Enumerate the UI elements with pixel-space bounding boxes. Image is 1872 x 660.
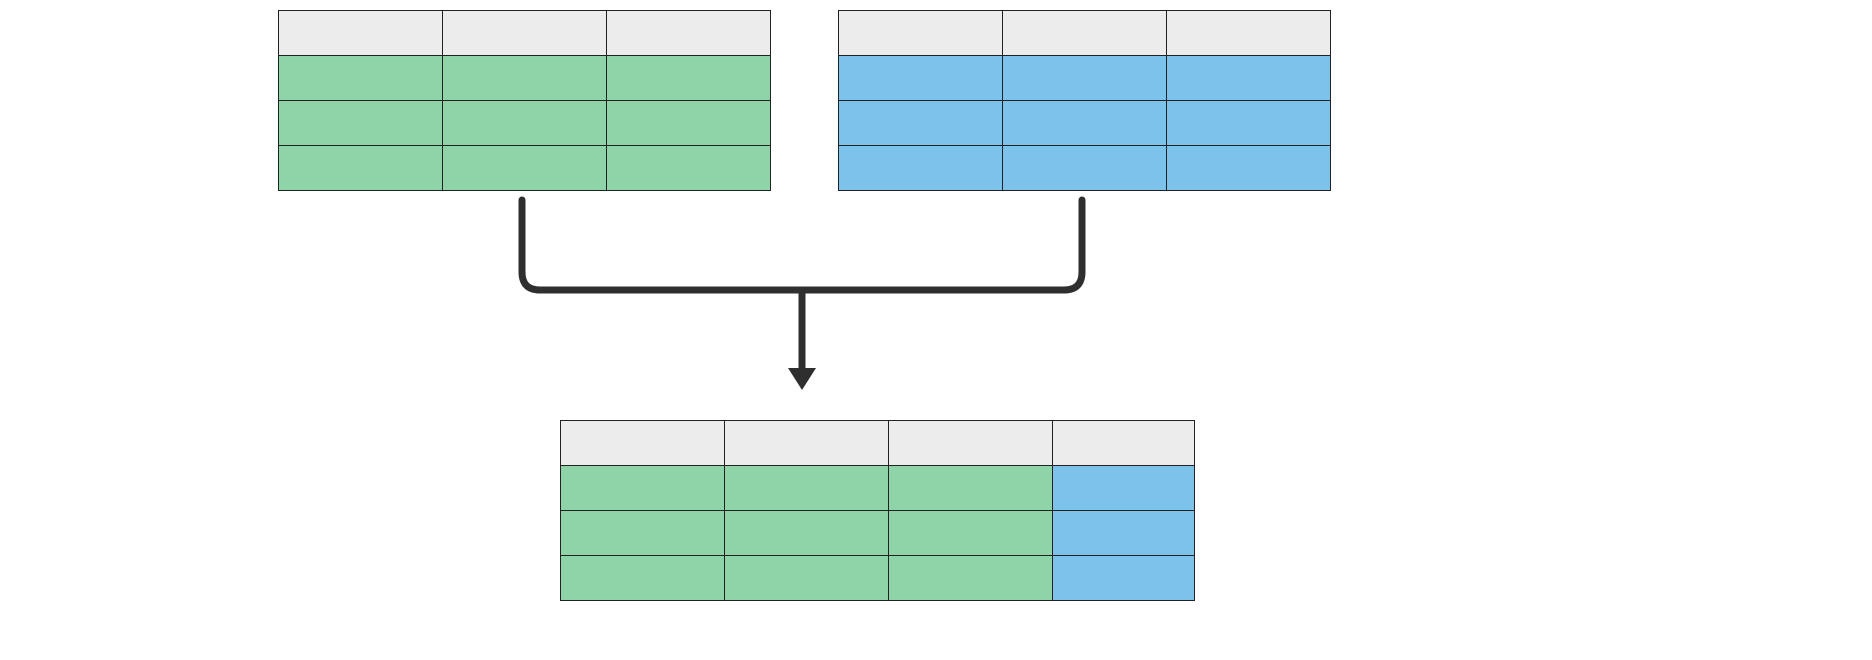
- header-cell: [443, 11, 607, 56]
- table-header-row: [561, 421, 1195, 466]
- arrow-path: [522, 200, 1082, 390]
- table-row: [561, 466, 1195, 511]
- body-cell: [279, 146, 443, 191]
- body-cell: [1167, 101, 1331, 146]
- source-table-right: [838, 10, 1331, 191]
- header-cell: [279, 11, 443, 56]
- body-cell: [279, 56, 443, 101]
- body-cell: [561, 556, 725, 601]
- body-cell: [889, 511, 1053, 556]
- body-cell: [443, 146, 607, 191]
- result-table: [560, 420, 1195, 601]
- body-cell: [725, 466, 889, 511]
- table-row: [279, 56, 771, 101]
- body-cell: [1167, 56, 1331, 101]
- body-cell: [1003, 56, 1167, 101]
- body-cell: [1003, 146, 1167, 191]
- body-cell: [607, 146, 771, 191]
- table-header-row: [839, 11, 1331, 56]
- body-cell: [725, 556, 889, 601]
- body-cell: [443, 56, 607, 101]
- header-cell: [725, 421, 889, 466]
- body-cell: [1053, 511, 1195, 556]
- body-cell: [1053, 466, 1195, 511]
- table-row: [561, 511, 1195, 556]
- diagram-canvas: [0, 0, 1872, 660]
- body-cell: [725, 511, 889, 556]
- body-cell: [561, 511, 725, 556]
- body-cell: [443, 101, 607, 146]
- body-cell: [607, 101, 771, 146]
- table-row: [561, 556, 1195, 601]
- body-cell: [1167, 146, 1331, 191]
- body-cell: [839, 146, 1003, 191]
- body-cell: [889, 556, 1053, 601]
- table-row: [839, 146, 1331, 191]
- body-cell: [839, 101, 1003, 146]
- body-cell: [889, 466, 1053, 511]
- table-row: [279, 146, 771, 191]
- header-cell: [1167, 11, 1331, 56]
- body-cell: [279, 101, 443, 146]
- body-cell: [839, 56, 1003, 101]
- source-table-left: [278, 10, 771, 191]
- arrow-head-icon: [788, 368, 816, 390]
- table-row: [839, 101, 1331, 146]
- header-cell: [839, 11, 1003, 56]
- header-cell: [607, 11, 771, 56]
- header-cell: [889, 421, 1053, 466]
- header-cell: [1003, 11, 1167, 56]
- table-header-row: [279, 11, 771, 56]
- header-cell: [561, 421, 725, 466]
- table-row: [279, 101, 771, 146]
- body-cell: [1053, 556, 1195, 601]
- header-cell: [1053, 421, 1195, 466]
- body-cell: [561, 466, 725, 511]
- body-cell: [1003, 101, 1167, 146]
- table-row: [839, 56, 1331, 101]
- body-cell: [607, 56, 771, 101]
